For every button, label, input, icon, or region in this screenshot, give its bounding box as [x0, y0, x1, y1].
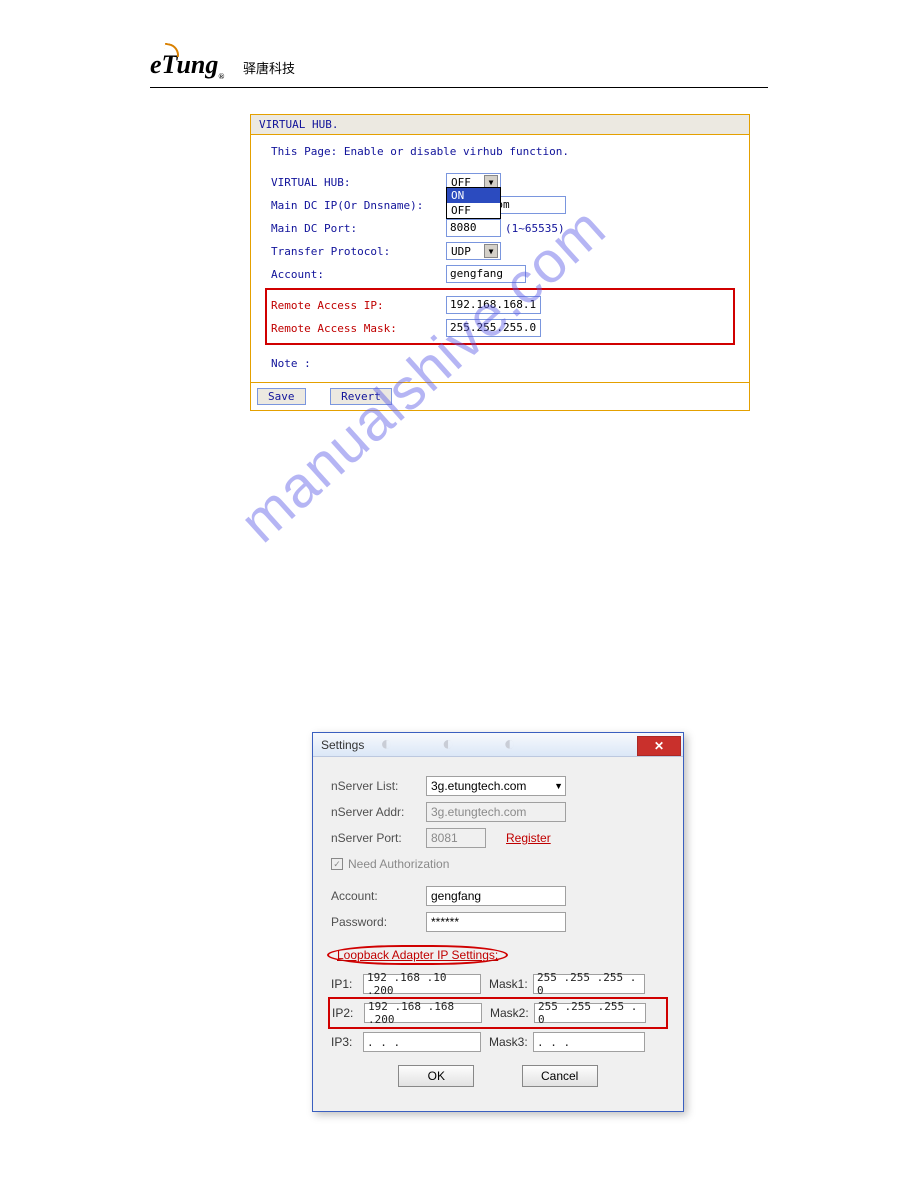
proto-select[interactable]: UDP ▼	[446, 242, 501, 260]
row-raip: Remote Access IP: 192.168.168.1	[271, 295, 729, 315]
row-password: Password: ******	[331, 911, 665, 933]
maindcport-range: (1~65535)	[505, 222, 565, 235]
dialog-title: Settings	[321, 738, 364, 752]
need-auth-label: Need Authorization	[348, 857, 449, 871]
maindcip-label: Main DC IP(Or Dnsname):	[271, 199, 446, 212]
server-port-input: 8081	[426, 828, 486, 848]
mask1-input[interactable]: 255 .255 .255 . 0	[533, 974, 645, 994]
server-addr-input: 3g.etungtech.com	[426, 802, 566, 822]
ramask-input[interactable]: 255.255.255.0	[446, 319, 541, 337]
row-account: Account: gengfang	[271, 264, 729, 284]
panel-desc: This Page: Enable or disable virhub func…	[271, 145, 729, 158]
dialog-body: nServer List: 3g.etungtech.com ▼ nServer…	[313, 757, 683, 1111]
note-label: Note :	[271, 357, 446, 370]
server-list-label: nServer List:	[331, 779, 426, 793]
proto-value: UDP	[451, 245, 471, 258]
raip-label: Remote Access IP:	[271, 299, 446, 312]
row-ip3: IP3: . . . Mask3: . . .	[331, 1032, 665, 1052]
save-button[interactable]: Save	[257, 388, 306, 405]
row-server-list: nServer List: 3g.etungtech.com ▼	[331, 775, 665, 797]
ok-button[interactable]: OK	[398, 1065, 474, 1087]
password-input[interactable]: ******	[426, 912, 566, 932]
panel-title: VIRTUAL HUB.	[251, 115, 749, 135]
page-header: eTung® 驿唐科技	[150, 50, 768, 88]
server-list-value: 3g.etungtech.com	[431, 779, 526, 793]
server-list-select[interactable]: 3g.etungtech.com ▼	[426, 776, 566, 796]
row-note: Note :	[271, 353, 729, 373]
row-ramask: Remote Access Mask: 255.255.255.0	[271, 318, 729, 338]
maindcport-input[interactable]: 8080	[446, 219, 501, 237]
dropdown-arrow-icon: ▼	[484, 244, 498, 258]
dialog-account-input[interactable]: gengfang	[426, 886, 566, 906]
ip3-input[interactable]: . . .	[363, 1032, 481, 1052]
mask1-label: Mask1:	[489, 977, 533, 991]
maindcport-label: Main DC Port:	[271, 222, 446, 235]
vhub-option-off[interactable]: OFF	[447, 203, 500, 218]
mask3-label: Mask3:	[489, 1035, 533, 1049]
dialog-titlebar: Settings ◐ ◐ ◐ ✕	[313, 733, 683, 757]
logo-cn: 驿唐科技	[243, 61, 295, 76]
vhub-option-on[interactable]: ON	[447, 188, 500, 203]
close-button[interactable]: ✕	[637, 736, 681, 756]
row-ip1: IP1: 192 .168 .10 .200 Mask1: 255 .255 .…	[331, 974, 665, 994]
cancel-button[interactable]: Cancel	[522, 1065, 598, 1087]
row-proto: Transfer Protocol: UDP ▼	[271, 241, 729, 261]
mask2-label: Mask2:	[490, 1006, 534, 1020]
ip2-highlight: IP2: 192 .168 .168 .200 Mask2: 255 .255 …	[328, 997, 668, 1029]
logo-reg: ®	[218, 72, 224, 81]
mask2-input[interactable]: 255 .255 .255 . 0	[534, 1003, 646, 1023]
server-port-label: nServer Port:	[331, 831, 426, 845]
virtual-hub-panel: VIRTUAL HUB. This Page: Enable or disabl…	[250, 114, 750, 411]
dialog-buttons: OK Cancel	[331, 1055, 665, 1101]
row-server-port: nServer Port: 8081 Register	[331, 827, 665, 849]
ramask-label: Remote Access Mask:	[271, 322, 446, 335]
close-icon: ✕	[654, 739, 664, 753]
settings-dialog: Settings ◐ ◐ ◐ ✕ nServer List: 3g.etungt…	[312, 732, 684, 1112]
row-server-addr: nServer Addr: 3g.etungtech.com	[331, 801, 665, 823]
account-input[interactable]: gengfang	[446, 265, 526, 283]
register-link[interactable]: Register	[506, 831, 551, 845]
ip2-input[interactable]: 192 .168 .168 .200	[364, 1003, 482, 1023]
revert-button[interactable]: Revert	[330, 388, 392, 405]
logo-text: eTung	[150, 50, 218, 79]
ip1-input[interactable]: 192 .168 .10 .200	[363, 974, 481, 994]
remote-access-highlight: Remote Access IP: 192.168.168.1 Remote A…	[265, 288, 735, 345]
panel-body: This Page: Enable or disable virhub func…	[251, 135, 749, 382]
raip-input[interactable]: 192.168.168.1	[446, 296, 541, 314]
proto-label: Transfer Protocol:	[271, 245, 446, 258]
dialog-account-label: Account:	[331, 889, 426, 903]
loopback-section-title: Loopback Adapter IP Settings:	[327, 945, 508, 965]
logo: eTung®	[150, 50, 224, 81]
row-maindcport: Main DC Port: 8080 (1~65535)	[271, 218, 729, 238]
ip1-label: IP1:	[331, 977, 363, 991]
password-label: Password:	[331, 915, 426, 929]
titlebar-ghost-icons: ◐ ◐ ◐	[380, 733, 537, 756]
ip3-label: IP3:	[331, 1035, 363, 1049]
row-account2: Account: gengfang	[331, 885, 665, 907]
vhub-label: VIRTUAL HUB:	[271, 176, 446, 189]
account-label: Account:	[271, 268, 446, 281]
dropdown-arrow-icon: ▼	[554, 781, 563, 791]
need-auth-checkbox[interactable]: ✓	[331, 858, 343, 870]
server-addr-label: nServer Addr:	[331, 805, 426, 819]
row-ip2: IP2: 192 .168 .168 .200 Mask2: 255 .255 …	[332, 1003, 664, 1023]
mask3-input[interactable]: . . .	[533, 1032, 645, 1052]
row-need-auth: ✓ Need Authorization	[331, 853, 665, 875]
vhub-dropdown[interactable]: ON OFF	[446, 187, 501, 219]
ip2-label: IP2:	[332, 1006, 364, 1020]
panel-footer: Save Revert	[251, 382, 749, 410]
